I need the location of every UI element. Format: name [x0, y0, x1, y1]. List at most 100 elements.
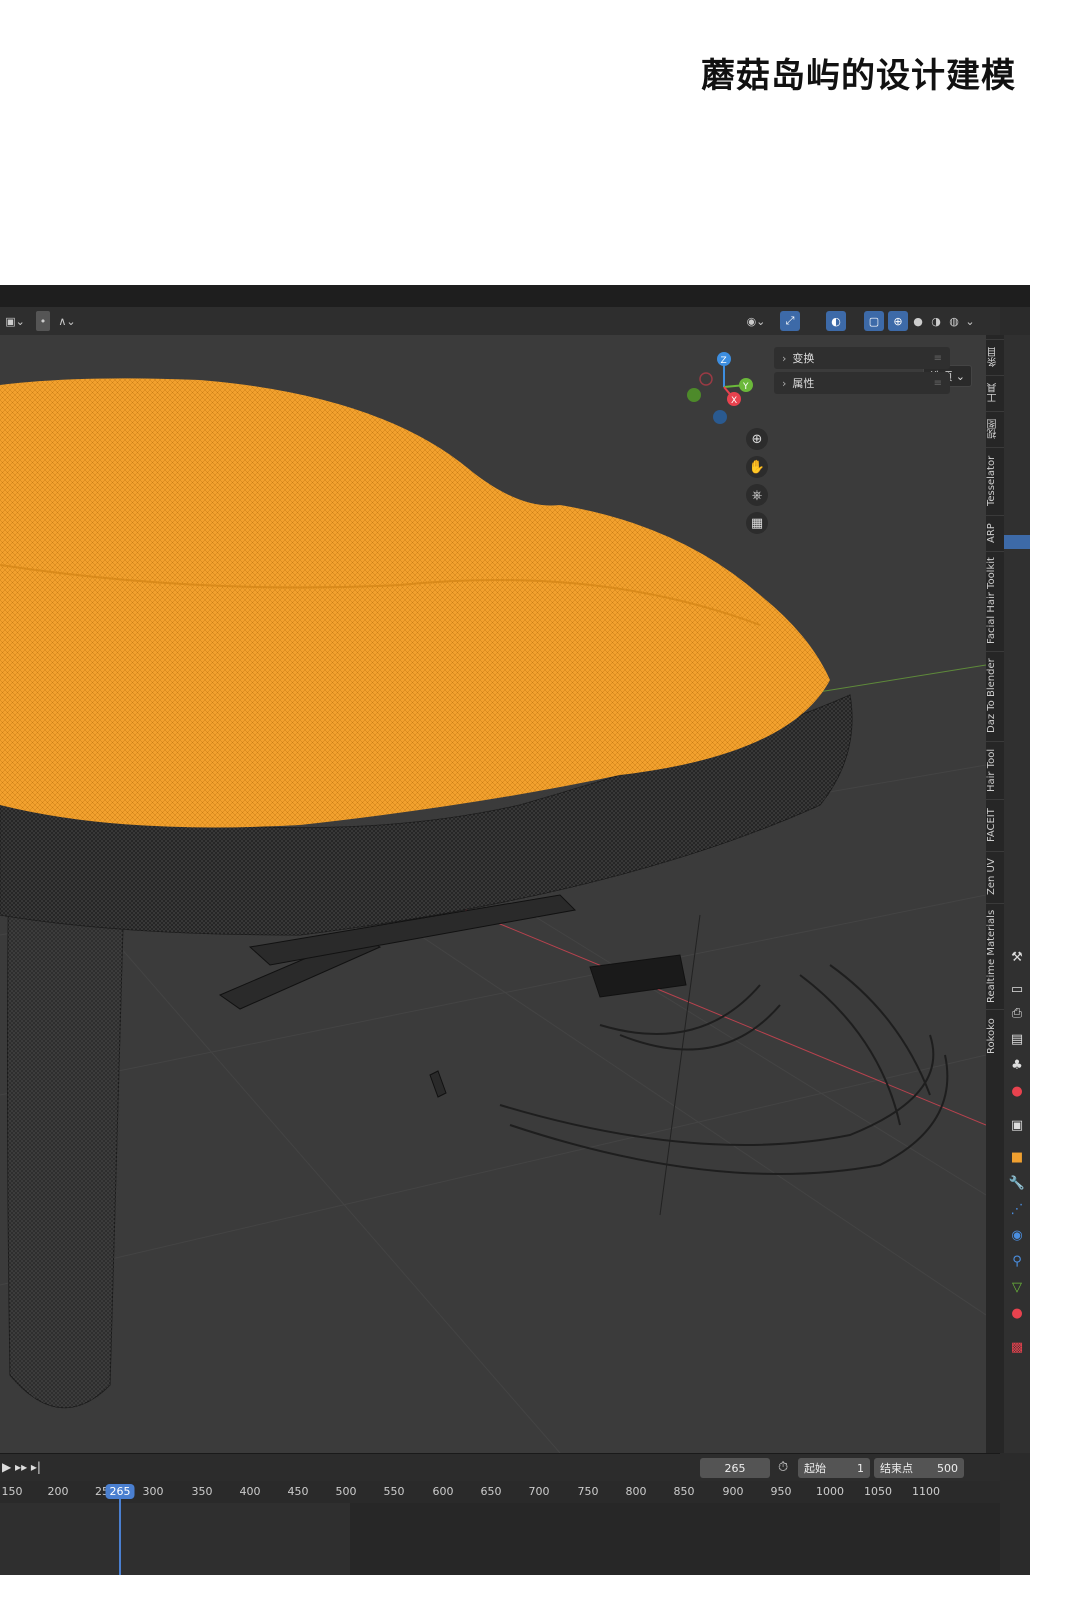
render-icon[interactable]: ▭ [1007, 979, 1027, 999]
proportional-icon[interactable]: ∧⌄ [56, 311, 78, 331]
overlay-toggle-icon[interactable]: ◐ [826, 311, 846, 331]
tab-view[interactable]: 视图 [986, 411, 1004, 446]
visibility-icon[interactable]: ◉⌄ [745, 311, 767, 331]
tab-hair-tool[interactable]: Hair Tool [986, 741, 1004, 798]
object-icon[interactable]: ■ [1007, 1147, 1027, 1167]
ruler-tick: 1100 [912, 1485, 940, 1498]
tool-icon[interactable]: ⚒ [1007, 947, 1027, 967]
tab-item[interactable]: 条目 [986, 339, 1004, 374]
tab-arp[interactable]: ARP [986, 515, 1004, 550]
particles-icon[interactable]: ⋰ [1007, 1199, 1027, 1219]
start-frame-field[interactable]: 起始 1 [798, 1458, 870, 1478]
timeline-ruler[interactable]: 150 200 25 300 350 400 450 500 550 600 6… [0, 1481, 1000, 1503]
end-frame-field[interactable]: 结束点 500 [874, 1458, 964, 1478]
material-icon[interactable]: ● [1007, 1303, 1027, 1323]
modifier-wrench-icon[interactable]: 🔧 [1007, 1173, 1027, 1193]
ruler-tick: 500 [335, 1485, 357, 1498]
zoom-icon[interactable]: ⊕ [746, 428, 768, 450]
ruler-tick: 550 [383, 1485, 405, 1498]
pan-hand-icon[interactable]: ✋ [746, 456, 768, 478]
xray-toggle-icon[interactable]: ▢ [864, 311, 884, 331]
tab-facial-hair-toolkit[interactable]: Facial Hair Toolkit [986, 551, 1004, 650]
timeline-header: ▶ ▸▸ ▸| 265 ⏱ 起始 1 结束点 500 [0, 1453, 1000, 1482]
mesh-data-icon[interactable]: ▽ [1007, 1277, 1027, 1297]
view-layer-icon[interactable]: ▤ [1007, 1029, 1027, 1049]
ruler-tick: 450 [287, 1485, 309, 1498]
tab-realtime-materials[interactable]: Realtime Materials [986, 903, 1004, 1008]
curved-rocks [499, 964, 949, 1175]
rendered-shading-icon[interactable]: ◍ [946, 311, 962, 331]
n-panel-item-label: 属性 [792, 377, 815, 390]
page-title: 蘑菇岛屿的设计建模 [701, 56, 1016, 96]
gizmo-x-label: X [731, 396, 737, 406]
viewport-header: ▣⌄ • ∧⌄ ◉⌄ ⤢ ◐ ▢ ⊕ ● ◑ ◍ ⌄ [0, 307, 1000, 335]
scene-icon[interactable]: ♣ [1007, 1055, 1027, 1075]
gizmo-y-label: Y [742, 382, 749, 392]
grid-view-icon[interactable]: ▦ [746, 512, 768, 534]
tab-daz-to-blender[interactable]: Daz To Blender [986, 651, 1004, 740]
start-label: 起始 [804, 1462, 826, 1475]
end-label: 结束点 [880, 1462, 913, 1475]
start-value: 1 [857, 1461, 864, 1475]
ruler-tick: 150 [1, 1485, 23, 1498]
chevron-right-icon: › [782, 351, 787, 365]
n-panel-item-label: 变换 [792, 352, 815, 365]
ruler-tick: 900 [722, 1485, 744, 1498]
collection-icon[interactable]: ▣ [1007, 1115, 1027, 1135]
tab-rokoko[interactable]: Rokoko [986, 1009, 1004, 1062]
pivot-icon[interactable]: • [36, 311, 50, 331]
n-panel: › 变换 ≡ › 属性 ≡ [774, 347, 950, 397]
shading-dropdown-icon[interactable]: ⌄ [964, 311, 976, 331]
n-panel-item-properties[interactable]: › 属性 ≡ [774, 372, 950, 394]
ruler-tick: 300 [142, 1485, 164, 1498]
ruler-tick: 650 [480, 1485, 502, 1498]
texture-icon[interactable]: ▩ [1007, 1337, 1027, 1357]
ruler-tick: 400 [239, 1485, 261, 1498]
material-shading-icon[interactable]: ◑ [928, 311, 944, 331]
sidebar-tabs: 条目 工具 视图 Tesselator ARP Facial Hair Tool… [986, 335, 1004, 1453]
frame-range-shade [0, 1503, 350, 1575]
ruler-tick: 600 [432, 1485, 454, 1498]
ruler-tick: 700 [528, 1485, 550, 1498]
axis-gizmo[interactable]: Z Y X [686, 347, 766, 427]
grip-icon: ≡ [933, 377, 942, 389]
solid-shading-icon[interactable]: ● [910, 311, 926, 331]
viewport-scene [0, 378, 986, 1453]
timeline-tracks[interactable] [0, 1503, 1000, 1575]
ruler-tick: 350 [191, 1485, 213, 1498]
wireframe-shading-icon[interactable]: ⊕ [888, 311, 908, 331]
gizmo-z-label: Z [721, 356, 727, 366]
camera-icon[interactable]: ⎈ [746, 484, 768, 506]
tab-tool[interactable]: 工具 [986, 375, 1004, 410]
tab-zen-uv[interactable]: Zen UV [986, 851, 1004, 902]
chevron-right-icon: › [782, 376, 787, 390]
clock-icon[interactable]: ⏱ [778, 1460, 788, 1475]
ruler-tick: 750 [577, 1485, 599, 1498]
constraints-icon[interactable]: ⚲ [1007, 1251, 1027, 1271]
output-icon[interactable]: ⎙ [1007, 1003, 1027, 1023]
ruler-tick: 200 [47, 1485, 69, 1498]
view-mode-icon[interactable]: ▣⌄ [4, 311, 26, 331]
ruler-tick: 950 [770, 1485, 792, 1498]
playback-controls-icon[interactable]: ▶ ▸▸ ▸| [2, 1460, 41, 1474]
ruler-tick: 1000 [816, 1485, 844, 1498]
x-axis-line [429, 894, 986, 1126]
physics-icon[interactable]: ◉ [1007, 1225, 1027, 1245]
current-frame-field[interactable]: 265 [700, 1458, 770, 1478]
ruler-tick: 800 [625, 1485, 647, 1498]
world-icon[interactable]: ● [1007, 1081, 1027, 1101]
gizmo-toggle-icon[interactable]: ⤢ [780, 311, 800, 331]
playhead[interactable] [119, 1495, 121, 1575]
ruler-tick: 850 [673, 1485, 695, 1498]
tab-faceit[interactable]: FACEIT [986, 799, 1004, 850]
window-top-strip [0, 285, 1030, 307]
3d-viewport[interactable]: 选项 ⌄ Z Y X ⊕ ✋ ⎈ ▦ [0, 335, 986, 1453]
blender-screenshot: ▣⌄ • ∧⌄ ◉⌄ ⤢ ◐ ▢ ⊕ ● ◑ ◍ ⌄ ⌄ Z Y X ⊕ ✋ ⎈… [0, 285, 1030, 1575]
n-panel-item-transform[interactable]: › 变换 ≡ [774, 347, 950, 369]
ruler-tick: 1050 [864, 1485, 892, 1498]
tab-tesselator[interactable]: Tesselator [986, 447, 1004, 514]
grip-icon: ≡ [933, 352, 942, 364]
end-value: 500 [937, 1461, 958, 1475]
active-region-marker [1004, 535, 1030, 549]
properties-tabs: ⚒ ▭ ⎙ ▤ ♣ ● ▣ ■ 🔧 ⋰ ◉ ⚲ ▽ ● ▩ [1004, 335, 1030, 1453]
